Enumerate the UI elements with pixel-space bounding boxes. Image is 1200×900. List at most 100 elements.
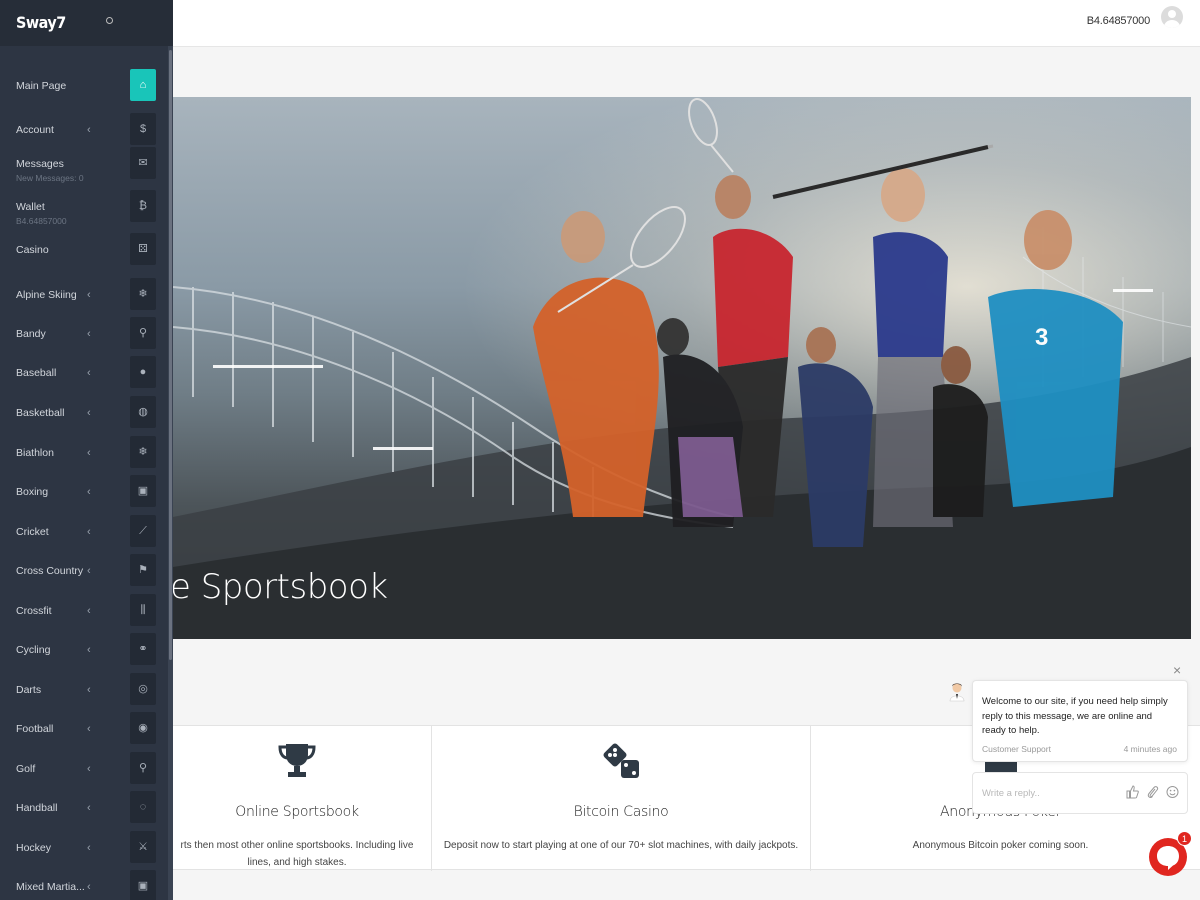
- bicycle-icon[interactable]: ⚭: [130, 633, 156, 665]
- sidebar-item-label: Hockey: [16, 842, 52, 854]
- sidebar-item-boxing[interactable]: Boxing ‹ ▣: [0, 475, 158, 518]
- chat-reply-placeholder: Write a reply..: [982, 788, 1040, 799]
- stadium-illustration: 3: [173, 98, 1191, 639]
- sidebar-item-label: Cricket: [16, 526, 49, 538]
- handball-icon[interactable]: ◌: [130, 791, 156, 823]
- chevron-left-icon[interactable]: ‹: [87, 842, 91, 854]
- hockey-icon[interactable]: ⚔: [130, 831, 156, 863]
- sidebar-item-subtext: B4.64857000: [16, 216, 67, 226]
- sidebar-item-label: Golf: [16, 763, 36, 775]
- chat-reply-input[interactable]: Write a reply..: [972, 772, 1188, 814]
- chevron-left-icon[interactable]: ‹: [87, 881, 91, 893]
- sidebar-item-cycling[interactable]: Cycling ‹ ⚭: [0, 633, 158, 676]
- chevron-left-icon[interactable]: ‹: [87, 565, 91, 577]
- brand-bar: Sway7: [0, 0, 173, 46]
- chevron-left-icon[interactable]: ‹: [87, 289, 91, 301]
- target-icon[interactable]: ◎: [130, 673, 156, 705]
- emoji-icon[interactable]: [1166, 785, 1179, 799]
- chat-message-text: Welcome to our site, if you need help si…: [982, 696, 1168, 736]
- chat-sender: Customer Support: [982, 744, 1051, 754]
- chevron-left-icon[interactable]: ‹: [87, 723, 91, 735]
- svg-text:3: 3: [1035, 324, 1048, 351]
- dice-icon: [603, 743, 639, 778]
- sidebar-item-label: Basketball: [16, 407, 65, 419]
- sidebar-item-label: Biathlon: [16, 447, 54, 459]
- boxing-glove-icon[interactable]: ▣: [130, 475, 156, 507]
- sidebar-item-cross-country[interactable]: Cross Country ‹ ⚑: [0, 554, 158, 597]
- sidebar-item-football[interactable]: Football ‹ ◉: [0, 712, 158, 755]
- football-icon[interactable]: ◉: [130, 712, 156, 744]
- dumbbell-icon[interactable]: ⫼: [130, 594, 156, 626]
- snowflake-icon[interactable]: ❄: [130, 278, 156, 310]
- chat-unread-badge: 1: [1177, 831, 1192, 846]
- sidebar: Sway7 Main Page ⌂ Account ‹ $ Messages New Mes…: [0, 0, 173, 900]
- sidebar-item-label: Cycling: [16, 644, 51, 656]
- flag-icon[interactable]: ⚑: [130, 554, 156, 586]
- sidebar-toggle-icon[interactable]: [106, 17, 113, 24]
- chevron-left-icon[interactable]: ‹: [87, 367, 91, 379]
- chevron-left-icon[interactable]: ‹: [87, 486, 91, 498]
- feature-card-sportsbook[interactable]: Online Sportsbook rts then most other on…: [163, 726, 431, 871]
- glove-icon[interactable]: ▣: [130, 870, 156, 900]
- hockey-stick-icon[interactable]: ⚲: [130, 317, 156, 349]
- chevron-left-icon[interactable]: ‹: [87, 124, 91, 136]
- feature-card-casino[interactable]: Bitcoin Casino Deposit now to start play…: [431, 726, 810, 871]
- envelope-icon[interactable]: ✉: [130, 147, 156, 179]
- chat-close-icon[interactable]: ×: [1173, 662, 1181, 678]
- sidebar-item-basketball[interactable]: Basketball ‹ ◍: [0, 396, 158, 439]
- chat-timestamp: 4 minutes ago: [1123, 744, 1177, 754]
- sidebar-item-label: Football: [16, 723, 54, 735]
- thumbs-up-icon[interactable]: [1126, 785, 1139, 799]
- chevron-left-icon[interactable]: ‹: [87, 328, 91, 340]
- bitcoin-icon[interactable]: ₿: [130, 190, 156, 222]
- sidebar-item-label: Wallet: [16, 201, 45, 213]
- header-balance: B4.64857000: [1086, 15, 1150, 27]
- sidebar-item-label: Baseball: [16, 367, 57, 379]
- chevron-left-icon[interactable]: ‹: [87, 763, 91, 775]
- hero-banner: 3 e Sportsbook: [173, 97, 1191, 639]
- sidebar-item-handball[interactable]: Handball ‹ ◌: [0, 791, 158, 834]
- chevron-left-icon[interactable]: ‹: [87, 407, 91, 419]
- chevron-left-icon[interactable]: ‹: [87, 802, 91, 814]
- sidebar-item-baseball[interactable]: Baseball ‹ ●: [0, 356, 158, 399]
- sidebar-item-wallet[interactable]: Wallet B4.64857000 ₿: [0, 190, 158, 233]
- sidebar-item-label: Cross Country: [16, 565, 84, 577]
- home-icon[interactable]: ⌂: [130, 69, 156, 101]
- trophy-icon: [278, 744, 316, 777]
- chevron-left-icon[interactable]: ‹: [87, 526, 91, 538]
- brand-logo[interactable]: Sway7: [16, 13, 66, 32]
- chevron-left-icon[interactable]: ‹: [87, 447, 91, 459]
- top-header: B4.64857000: [0, 0, 1200, 47]
- hero-title: e Sportsbook: [173, 567, 388, 607]
- dollar-icon[interactable]: $: [130, 113, 156, 145]
- chevron-left-icon[interactable]: ‹: [87, 684, 91, 696]
- sidebar-item-label: Main Page: [16, 80, 67, 92]
- golf-icon[interactable]: ⚲: [130, 752, 156, 784]
- sidebar-item-label: Bandy: [16, 328, 46, 340]
- sidebar-item-label: Handball: [16, 802, 58, 814]
- sidebar-item-label: Casino: [16, 244, 49, 256]
- sidebar-item-messages[interactable]: Messages New Messages: 0 ✉: [0, 147, 158, 190]
- dice-icon[interactable]: ⚄: [130, 233, 156, 265]
- feature-title: Online Sportsbook: [235, 804, 359, 820]
- sidebar-item-main-page[interactable]: Main Page ⌂: [0, 69, 158, 112]
- feature-desc: Anonymous Bitcoin poker coming soon.: [912, 840, 1089, 851]
- agent-avatar-icon: [949, 683, 965, 702]
- feature-title: Bitcoin Casino: [573, 804, 669, 820]
- chevron-left-icon[interactable]: ‹: [87, 644, 91, 656]
- sidebar-item-mixed-martia[interactable]: Mixed Martia... ‹ ▣: [0, 870, 158, 900]
- sidebar-item-label: Darts: [16, 684, 42, 696]
- sidebar-item-subtext: New Messages: 0: [16, 173, 84, 183]
- chevron-left-icon[interactable]: ‹: [87, 605, 91, 617]
- sidebar-item-label: Account: [16, 124, 54, 136]
- sidebar-item-label: Alpine Skiing: [16, 289, 77, 301]
- baseball-icon[interactable]: ●: [130, 356, 156, 388]
- sidebar-item-casino[interactable]: Casino ⚄: [0, 233, 158, 276]
- user-avatar-icon[interactable]: [1161, 6, 1183, 28]
- basketball-icon[interactable]: ◍: [130, 396, 156, 428]
- sidebar-item-label: Messages: [16, 158, 64, 170]
- sidebar-scrollbar-thumb[interactable]: [169, 50, 172, 660]
- attachment-icon[interactable]: [1146, 785, 1159, 799]
- cricket-bat-icon[interactable]: ⟋: [130, 515, 156, 547]
- snowflake-icon[interactable]: ❄: [130, 436, 156, 468]
